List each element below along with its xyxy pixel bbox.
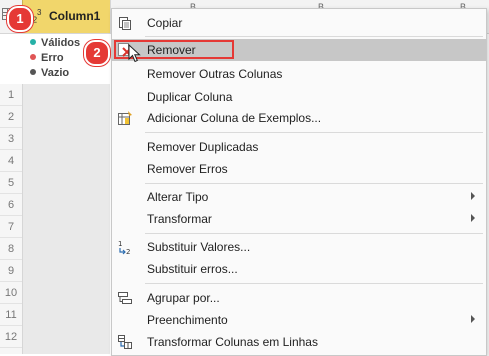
menu-item-copiar[interactable]: Copiar [112, 12, 486, 34]
menu-item-substituir-erros[interactable]: Substituir erros... [112, 258, 486, 280]
menu-item-remover[interactable]: Remover [112, 39, 486, 61]
row-number-gutter: 1 2 3 4 5 6 7 8 9 10 11 12 [0, 84, 23, 354]
menu-item-transformar[interactable]: Transformar [112, 208, 486, 230]
valid-dot-icon [30, 39, 36, 45]
mouse-cursor-icon [128, 44, 141, 63]
replace-values-icon: 12 [117, 239, 133, 256]
row-number[interactable]: 4 [0, 150, 22, 172]
error-dot-icon [30, 54, 36, 60]
add-column-examples-icon [117, 110, 133, 126]
menu-item-remover-erros[interactable]: Remover Erros [112, 158, 486, 180]
menu-item-preenchimento[interactable]: Preenchimento [112, 309, 486, 331]
menu-item-label: Agrupar por... [147, 291, 220, 305]
menu-separator [145, 132, 483, 133]
empty-dot-icon [30, 69, 36, 75]
submenu-arrow-icon [471, 315, 475, 323]
menu-item-label: Remover Duplicadas [147, 140, 259, 154]
group-by-icon [117, 290, 133, 306]
submenu-arrow-icon [471, 192, 475, 200]
menu-item-label: Substituir erros... [147, 262, 238, 276]
menu-item-transformar-colunas-em-linhas[interactable]: Transformar Colunas em Linhas [112, 331, 486, 353]
row-number[interactable]: 10 [0, 282, 22, 304]
menu-separator [145, 233, 483, 234]
row-number[interactable]: 12 [0, 326, 22, 348]
menu-item-remover-outras-colunas[interactable]: Remover Outras Colunas [112, 63, 486, 85]
row-number[interactable]: 8 [0, 238, 22, 260]
menu-item-label: Duplicar Coluna [147, 90, 233, 104]
menu-item-label: Alterar Tipo [147, 190, 209, 204]
row-number[interactable]: 2 [0, 106, 22, 128]
menu-separator [145, 183, 483, 184]
menu-item-label: Adicionar Coluna de Exemplos... [147, 111, 322, 125]
menu-separator [145, 36, 483, 37]
row-number[interactable]: 6 [0, 194, 22, 216]
menu-item-label: Substituir Valores... [147, 240, 251, 254]
copy-icon [117, 15, 133, 31]
quality-valid: Válidos [30, 37, 80, 49]
row-number[interactable]: 9 [0, 260, 22, 282]
svg-text:1: 1 [118, 240, 122, 248]
menu-item-label: Copiar [147, 16, 183, 30]
column-context-menu: Copiar Remover Remover Outras Colunas Du… [111, 8, 487, 356]
menu-item-remover-duplicadas[interactable]: Remover Duplicadas [112, 136, 486, 158]
row-number[interactable]: 7 [0, 216, 22, 238]
menu-separator [145, 283, 483, 284]
row-number[interactable]: 11 [0, 304, 22, 326]
submenu-arrow-icon [471, 214, 475, 222]
menu-item-label: Transformar [147, 212, 212, 226]
column1-header[interactable]: 123 Column1 [22, 0, 111, 33]
menu-item-label: Preenchimento [147, 313, 228, 327]
row-number[interactable]: 1 [0, 84, 22, 106]
menu-item-substituir-valores[interactable]: 12 Substituir Valores... [112, 236, 486, 258]
menu-item-label: Remover [147, 43, 196, 57]
quality-error: Erro [30, 52, 64, 64]
quality-empty: Vazio [30, 67, 69, 79]
menu-item-agrupar-por[interactable]: Agrupar por... [112, 287, 486, 309]
menu-item-alterar-tipo[interactable]: Alterar Tipo [112, 186, 486, 208]
menu-item-adicionar-coluna-exemplos[interactable]: Adicionar Coluna de Exemplos... [112, 107, 486, 129]
svg-text:2: 2 [126, 248, 130, 255]
row-number[interactable]: 3 [0, 128, 22, 150]
menu-item-duplicar-coluna[interactable]: Duplicar Coluna [112, 86, 486, 108]
menu-item-label: Transformar Colunas em Linhas [147, 335, 318, 349]
column1-body[interactable] [22, 84, 110, 354]
menu-item-label: Remover Erros [147, 162, 228, 176]
column1-name[interactable]: Column1 [49, 9, 100, 23]
unpivot-icon [117, 334, 133, 350]
row-number[interactable]: 5 [0, 172, 22, 194]
menu-item-label: Remover Outras Colunas [147, 67, 283, 81]
step-badge-2: 2 [84, 40, 110, 66]
step-badge-1: 1 [7, 6, 33, 32]
